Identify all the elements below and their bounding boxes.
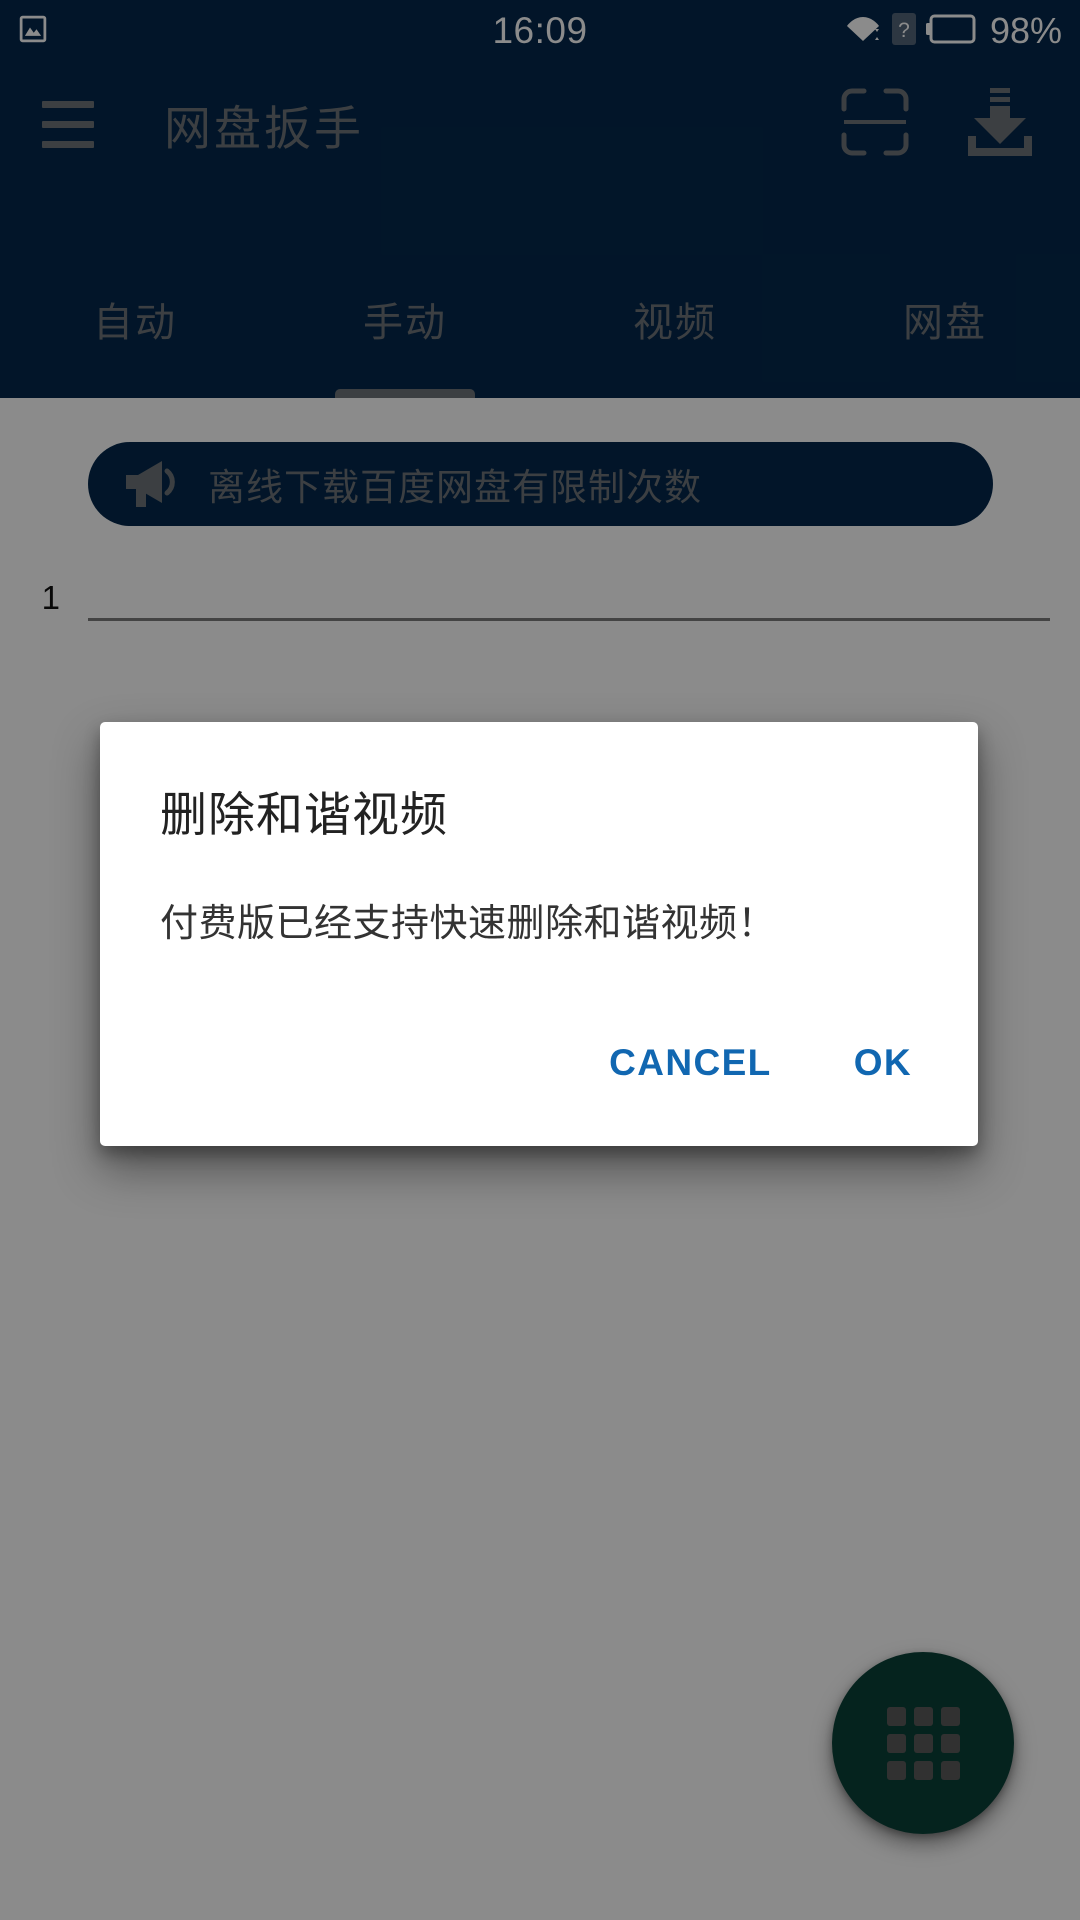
alert-dialog: 删除和谐视频 付费版已经支持快速删除和谐视频！ CANCEL OK bbox=[100, 722, 978, 1146]
dialog-actions: CANCEL OK bbox=[100, 952, 978, 1146]
phone-screen: 16:09 ? 98% 网盘扳手 自动 手动 视频 网盘 离线下载百度网盘有限制… bbox=[0, 0, 1080, 1920]
cancel-button[interactable]: CANCEL bbox=[579, 1022, 802, 1104]
dialog-title: 删除和谐视频 bbox=[160, 788, 448, 841]
dialog-message: 付费版已经支持快速删除和谐视频！ bbox=[160, 902, 777, 945]
ok-button[interactable]: OK bbox=[824, 1022, 942, 1104]
